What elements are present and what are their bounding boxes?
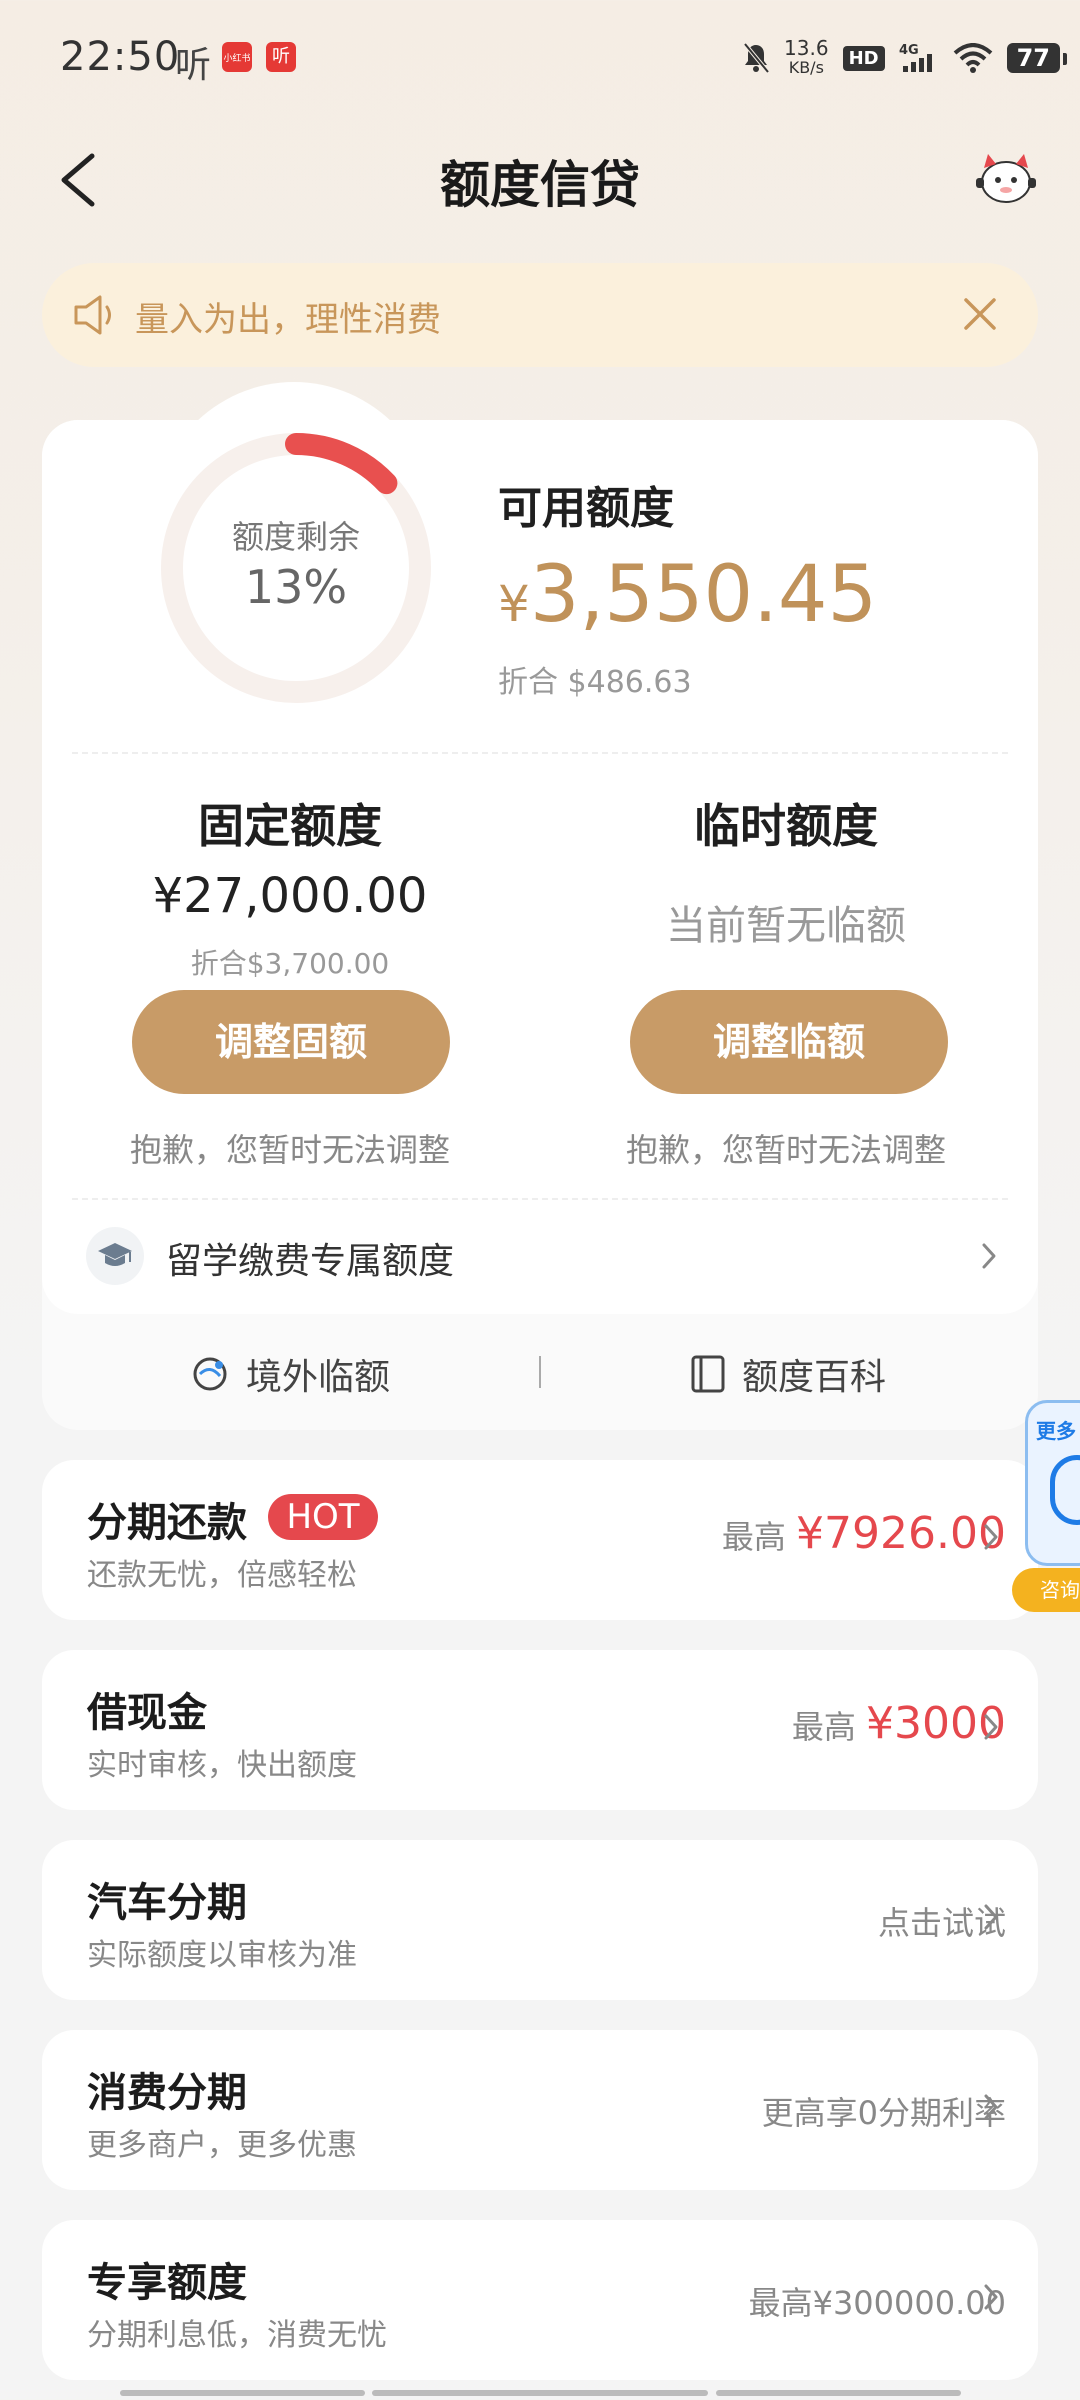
graduation-cap-icon — [86, 1227, 144, 1285]
chevron-right-icon — [982, 1243, 996, 1269]
temp-limit-title: 临时额度 — [694, 799, 878, 853]
study-abroad-label: 留学缴费专属额度 — [166, 1241, 455, 1282]
item-title: 汽车分期 — [87, 1880, 247, 1926]
consult-more-label: 更多 — [1036, 1419, 1076, 1443]
home-indicator — [716, 2390, 961, 2396]
chevron-right-icon — [984, 1714, 998, 1740]
item-max-amount: 最高 ¥7926.00 — [721, 1508, 1006, 1559]
battery-level: 77 — [1006, 43, 1068, 73]
currency-symbol: ¥ — [498, 575, 530, 633]
overseas-limit-link[interactable]: 境外临额 — [190, 1348, 390, 1400]
chevron-right-icon — [984, 1524, 998, 1550]
status-time: 22:50 — [60, 34, 181, 80]
overseas-limit-label: 境外临额 — [246, 1357, 391, 1398]
speaker-icon — [74, 295, 111, 335]
item-title: 分期还款 — [87, 1500, 247, 1546]
hd-badge: HD — [842, 45, 885, 71]
book-icon — [691, 1355, 725, 1393]
overseas-limit-icon — [193, 1357, 227, 1391]
item-subtitle: 还款无忧，倍感轻松 — [87, 1558, 357, 1593]
link-separator — [539, 1356, 541, 1388]
chevron-right-icon — [984, 2284, 998, 2310]
divider — [72, 1198, 1008, 1200]
app-badge-icon: 小红书 — [222, 42, 252, 72]
available-usd: 折合 $486.63 — [498, 665, 692, 700]
available-amount: ¥3,550.45 — [498, 550, 877, 640]
item-right-text: 最高¥300000.00 — [748, 2284, 1006, 2322]
ring-label: 额度剩余 — [231, 518, 360, 556]
adjust-fixed-button[interactable]: 调整固额 — [132, 990, 450, 1094]
temp-adjust-note: 抱歉，您暂时无法调整 — [625, 1131, 946, 1169]
ring-percent: 13% — [244, 560, 348, 614]
status-listen-glyph: 听 — [175, 45, 212, 86]
notice-text: 量入为出，理性消费 — [135, 300, 441, 340]
mute-bell-icon — [743, 42, 770, 74]
app-badge-icon: 听 — [266, 42, 296, 72]
available-amount-value: 3,550.45 — [529, 550, 878, 640]
item-subtitle: 实际额度以审核为准 — [87, 1938, 357, 1973]
chevron-right-icon — [984, 1904, 998, 1930]
mascot-avatar-icon[interactable] — [972, 150, 1040, 206]
svg-text:4G: 4G — [899, 43, 919, 58]
adjust-temp-button[interactable]: 调整临额 — [630, 990, 948, 1094]
item-title: 专享额度 — [87, 2260, 247, 2306]
status-icons: 13.6 KB/s HD 4G 77 — [742, 36, 1068, 78]
available-title: 可用额度 — [498, 483, 674, 534]
close-icon[interactable] — [962, 296, 998, 332]
item-right-text: 更高享0分期利率 — [761, 2094, 1006, 2132]
chevron-right-icon — [984, 2094, 998, 2120]
item-subtitle: 实时审核，快出额度 — [87, 1748, 357, 1783]
home-indicator — [120, 2390, 365, 2396]
hot-badge: HOT — [268, 1494, 378, 1540]
limit-wiki-label: 额度百科 — [742, 1357, 887, 1398]
item-max-amount: 最高 ¥3000 — [791, 1698, 1006, 1749]
temp-limit-status: 当前暂无临额 — [666, 903, 906, 949]
fixed-limit-usd: 折合$3,700.00 — [190, 947, 390, 980]
limit-wiki-link[interactable]: 额度百科 — [690, 1348, 886, 1400]
consult-tag[interactable]: 咨询 — [1012, 1568, 1080, 1612]
home-indicator — [372, 2390, 708, 2396]
divider — [72, 752, 1008, 754]
cellular-signal-icon: 4G — [899, 43, 932, 72]
item-subtitle: 更多商户，更多优惠 — [87, 2128, 357, 2163]
item-subtitle: 分期利息低，消费无忧 — [87, 2318, 387, 2353]
item-title: 消费分期 — [87, 2070, 247, 2116]
page-title: 额度信贷 — [440, 156, 640, 214]
item-title: 借现金 — [87, 1690, 207, 1736]
fixed-limit-amount: ¥27,000.00 — [152, 868, 428, 924]
wifi-icon — [953, 43, 992, 73]
fixed-limit-title: 固定额度 — [198, 799, 382, 853]
fixed-adjust-note: 抱歉，您暂时无法调整 — [129, 1131, 450, 1169]
net-speed: 13.6 KB/s — [784, 36, 829, 77]
